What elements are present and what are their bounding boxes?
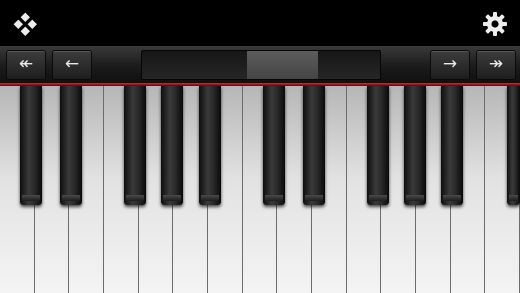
navigation-bar: ↞ ← → ↠ [0, 46, 520, 83]
black-key[interactable] [124, 86, 146, 205]
black-key[interactable] [161, 86, 183, 205]
black-key[interactable] [441, 86, 463, 205]
keyboard-range-thumb[interactable] [247, 51, 318, 79]
scroll-right-button[interactable]: → [430, 50, 470, 80]
black-key[interactable] [199, 86, 221, 205]
black-key[interactable] [60, 86, 82, 205]
menu-icon[interactable] [12, 11, 38, 37]
gear-icon[interactable] [482, 11, 508, 37]
black-key[interactable] [367, 86, 389, 205]
top-bar [0, 0, 520, 46]
piano-keyboard [0, 86, 520, 293]
black-key[interactable] [20, 86, 42, 205]
keyboard-range-scrollbar[interactable] [141, 50, 381, 80]
black-key[interactable] [263, 86, 285, 205]
black-key[interactable] [507, 86, 520, 205]
fast-scroll-left-button[interactable]: ↞ [6, 50, 46, 80]
black-key[interactable] [404, 86, 426, 205]
scroll-left-button[interactable]: ← [52, 50, 92, 80]
fast-scroll-right-button[interactable]: ↠ [476, 50, 516, 80]
black-key[interactable] [303, 86, 325, 205]
